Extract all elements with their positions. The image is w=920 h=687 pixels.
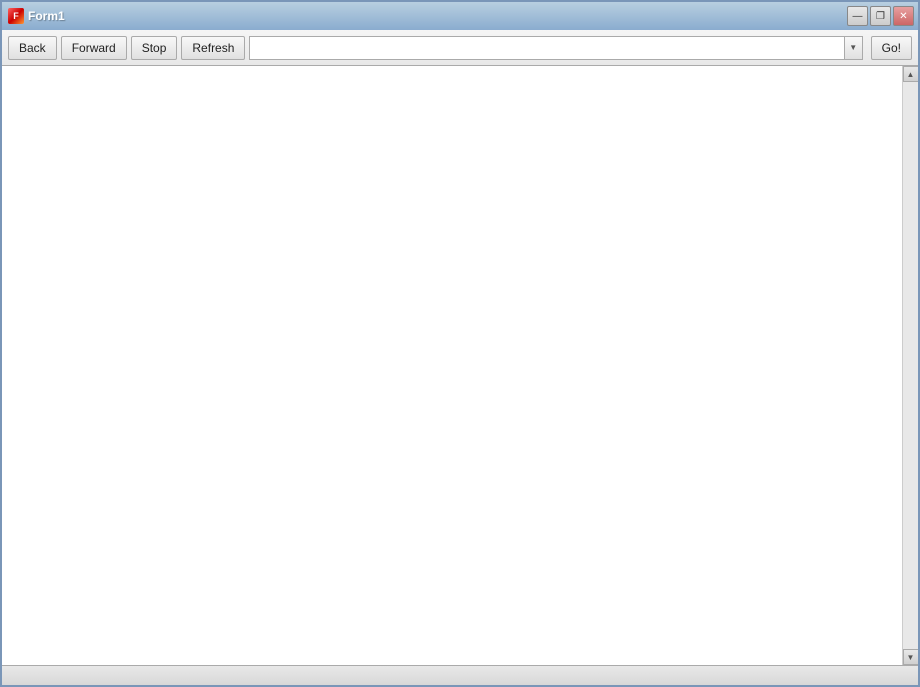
forward-button[interactable]: Forward [61,36,127,60]
address-bar-wrapper: ▼ [249,36,862,60]
maximize-button[interactable]: ❐ [870,6,891,26]
scroll-track[interactable] [903,82,918,649]
refresh-button[interactable]: Refresh [181,36,245,60]
window-icon: F [8,8,24,24]
scroll-down-button[interactable]: ▼ [903,649,919,665]
scroll-up-button[interactable]: ▲ [903,66,919,82]
dropdown-icon: ▼ [849,43,857,52]
go-button[interactable]: Go! [871,36,912,60]
content-area: ▲ ▼ [2,66,918,665]
main-window: F Form1 — ❐ ✕ Back Forward Stop Refresh … [0,0,920,687]
title-bar-left: F Form1 [8,8,65,24]
minimize-button[interactable]: — [847,6,868,26]
window-title: Form1 [28,9,65,23]
back-button[interactable]: Back [8,36,57,60]
address-dropdown-button[interactable]: ▼ [845,36,863,60]
title-bar: F Form1 — ❐ ✕ [2,2,918,30]
stop-button[interactable]: Stop [131,36,178,60]
address-input[interactable] [249,36,844,60]
toolbar: Back Forward Stop Refresh ▼ Go! [2,30,918,66]
title-bar-controls: — ❐ ✕ [847,6,914,26]
scrollbar-right: ▲ ▼ [902,66,918,665]
status-bar [2,665,918,685]
close-button[interactable]: ✕ [893,6,914,26]
